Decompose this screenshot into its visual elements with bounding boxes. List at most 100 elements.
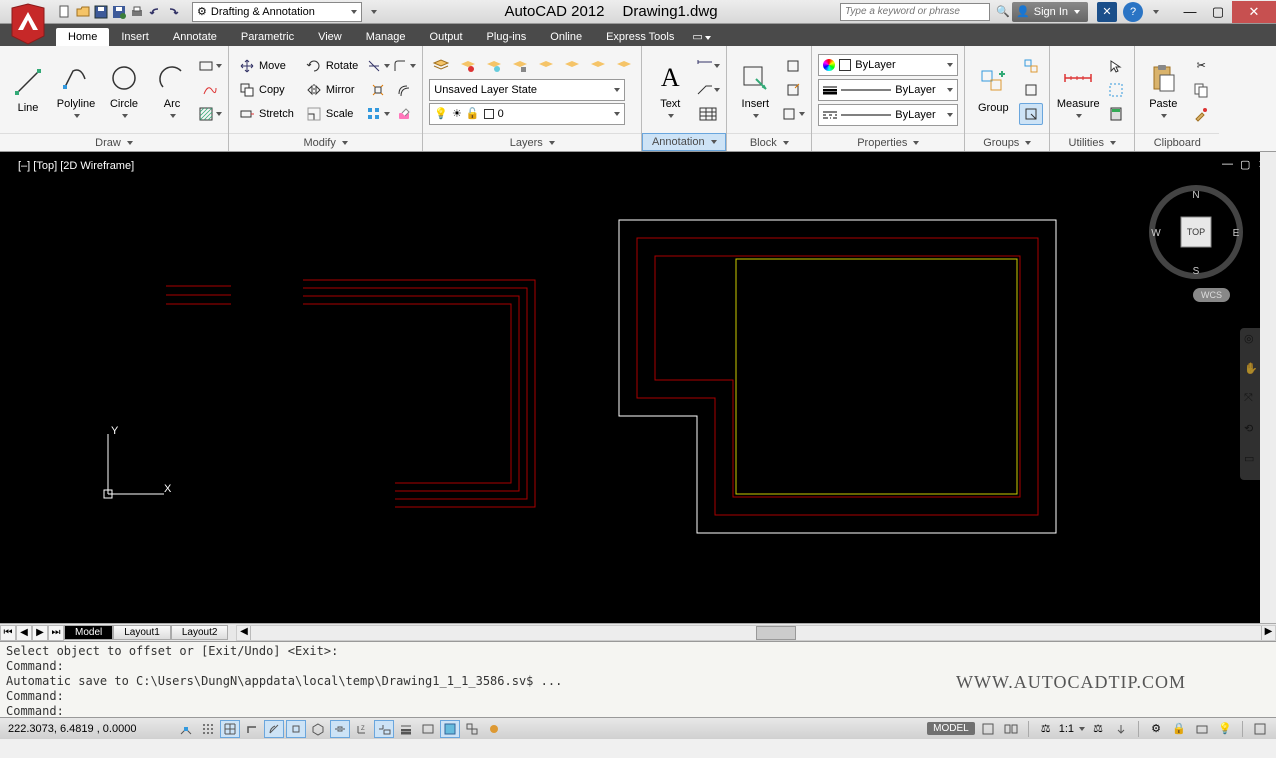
layer-off-icon[interactable]: [455, 55, 479, 77]
status-clean-icon[interactable]: [1250, 720, 1270, 738]
layer-lock-icon[interactable]: [507, 55, 531, 77]
panel-title-groups[interactable]: Groups: [965, 133, 1049, 151]
panel-title-draw[interactable]: Draw: [0, 133, 228, 151]
tab-output[interactable]: Output: [418, 28, 475, 46]
status-polar-icon[interactable]: [264, 720, 284, 738]
erase-icon[interactable]: [392, 103, 416, 125]
saveas-icon[interactable]: [110, 3, 128, 21]
status-modelspace-icon[interactable]: [978, 720, 998, 738]
horizontal-scrollbar[interactable]: ◀ ▶: [236, 625, 1276, 641]
annotation-scale[interactable]: 1:1: [1059, 723, 1074, 735]
tab-express[interactable]: Express Tools: [594, 28, 686, 46]
status-lwt-icon[interactable]: [396, 720, 416, 738]
tab-view[interactable]: View: [306, 28, 354, 46]
quickselect-icon[interactable]: [1104, 79, 1128, 101]
select-icon[interactable]: [1104, 55, 1128, 77]
layer-freeze-icon[interactable]: [481, 55, 505, 77]
status-ducs-icon[interactable]: Z: [352, 720, 372, 738]
status-sc-icon[interactable]: [462, 720, 482, 738]
status-ortho-icon[interactable]: [242, 720, 262, 738]
status-isolate-icon[interactable]: 💡: [1215, 720, 1235, 738]
tab-home[interactable]: Home: [56, 28, 109, 46]
status-otrack-icon[interactable]: [330, 720, 350, 738]
measure-tool[interactable]: Measure: [1056, 55, 1100, 125]
paste-tool[interactable]: Paste: [1141, 55, 1185, 125]
panel-title-layers[interactable]: Layers: [423, 133, 641, 151]
status-annovis-icon[interactable]: ⚖: [1088, 720, 1108, 738]
signin-button[interactable]: 👤 Sign In: [1012, 2, 1088, 22]
tab-insert[interactable]: Insert: [109, 28, 161, 46]
maximize-button[interactable]: ▢: [1204, 1, 1232, 23]
status-osnap-icon[interactable]: [286, 720, 306, 738]
panel-title-properties[interactable]: Properties: [812, 133, 964, 151]
scale-tool[interactable]: Scale: [302, 103, 362, 125]
line-tool[interactable]: Line: [6, 55, 50, 125]
dimension-icon[interactable]: [696, 55, 720, 77]
qat-more-icon[interactable]: [364, 3, 382, 21]
block-edit-icon[interactable]: [781, 79, 805, 101]
search-icon[interactable]: 🔍: [994, 3, 1012, 21]
redo-icon[interactable]: [164, 3, 182, 21]
tab-extra-icon[interactable]: ▭: [686, 27, 716, 46]
minimize-button[interactable]: —: [1176, 1, 1204, 23]
status-snap-icon[interactable]: [198, 720, 218, 738]
color-dropdown[interactable]: ByLayer: [818, 54, 958, 76]
linetype-dropdown[interactable]: ByLayer: [818, 104, 958, 126]
rotate-tool[interactable]: Rotate: [302, 55, 362, 77]
model-tab-layout1[interactable]: Layout1: [113, 625, 171, 640]
stretch-tool[interactable]: Stretch: [235, 103, 298, 125]
undo-icon[interactable]: [146, 3, 164, 21]
tab-prev-icon[interactable]: ◀: [16, 625, 32, 641]
polyline-tool[interactable]: Polyline: [54, 55, 98, 125]
status-hardware-icon[interactable]: [1192, 720, 1212, 738]
calc-icon[interactable]: [1104, 103, 1128, 125]
move-tool[interactable]: Move: [235, 55, 298, 77]
status-qp-icon[interactable]: [440, 720, 460, 738]
copy-clip-icon[interactable]: [1189, 79, 1213, 101]
status-infer-icon[interactable]: [176, 720, 196, 738]
vertical-scrollbar[interactable]: [1260, 152, 1276, 623]
status-3dosnap-icon[interactable]: [308, 720, 328, 738]
workspace-selector[interactable]: ⚙ Drafting & Annotation: [192, 2, 362, 22]
save-icon[interactable]: [92, 3, 110, 21]
print-icon[interactable]: [128, 3, 146, 21]
table-icon[interactable]: [696, 103, 720, 125]
drawing-area[interactable]: [–] [Top] [2D Wireframe] — ▢ ✕ Y X: [0, 152, 1276, 623]
hatch-icon[interactable]: [198, 103, 222, 125]
ungroup-icon[interactable]: [1019, 55, 1043, 77]
status-annoauto-icon[interactable]: [1111, 720, 1131, 738]
rectangle-icon[interactable]: [198, 55, 222, 77]
panel-title-annotation[interactable]: Annotation: [642, 133, 726, 151]
tab-online[interactable]: Online: [538, 28, 594, 46]
help-icon[interactable]: ?: [1123, 2, 1143, 22]
help-dropdown[interactable]: [1146, 3, 1164, 21]
wcs-badge[interactable]: WCS: [1193, 288, 1230, 302]
tab-first-icon[interactable]: ⏮: [0, 625, 16, 641]
model-tab-model[interactable]: Model: [64, 625, 113, 640]
matchprop-icon[interactable]: [1189, 103, 1213, 125]
cut-icon[interactable]: ✂: [1189, 55, 1213, 77]
lineweight-dropdown[interactable]: ByLayer: [818, 79, 958, 101]
tab-parametric[interactable]: Parametric: [229, 28, 306, 46]
layer-plot-icon[interactable]: [533, 55, 557, 77]
arc-tool[interactable]: Arc: [150, 55, 194, 125]
panel-title-modify[interactable]: Modify: [229, 133, 422, 151]
copy-tool[interactable]: Copy: [235, 79, 298, 101]
group-tool[interactable]: Group: [971, 55, 1015, 125]
status-grid-icon[interactable]: [220, 720, 240, 738]
circle-tool[interactable]: Circle: [102, 55, 146, 125]
status-tpy-icon[interactable]: [418, 720, 438, 738]
leader-icon[interactable]: [696, 79, 720, 101]
block-create-icon[interactable]: [781, 55, 805, 77]
status-am-icon[interactable]: [484, 720, 504, 738]
close-button[interactable]: ✕: [1232, 1, 1276, 23]
layer-match-icon[interactable]: [559, 55, 583, 77]
tab-last-icon[interactable]: ⏭: [48, 625, 64, 641]
layer-isolate-icon[interactable]: [611, 55, 635, 77]
layer-previous-icon[interactable]: [585, 55, 609, 77]
viewcube[interactable]: TOP N S E W: [1146, 182, 1246, 282]
spline-icon[interactable]: [198, 79, 222, 101]
mirror-tool[interactable]: Mirror: [302, 79, 362, 101]
open-icon[interactable]: [74, 3, 92, 21]
fillet-icon[interactable]: [392, 55, 416, 77]
